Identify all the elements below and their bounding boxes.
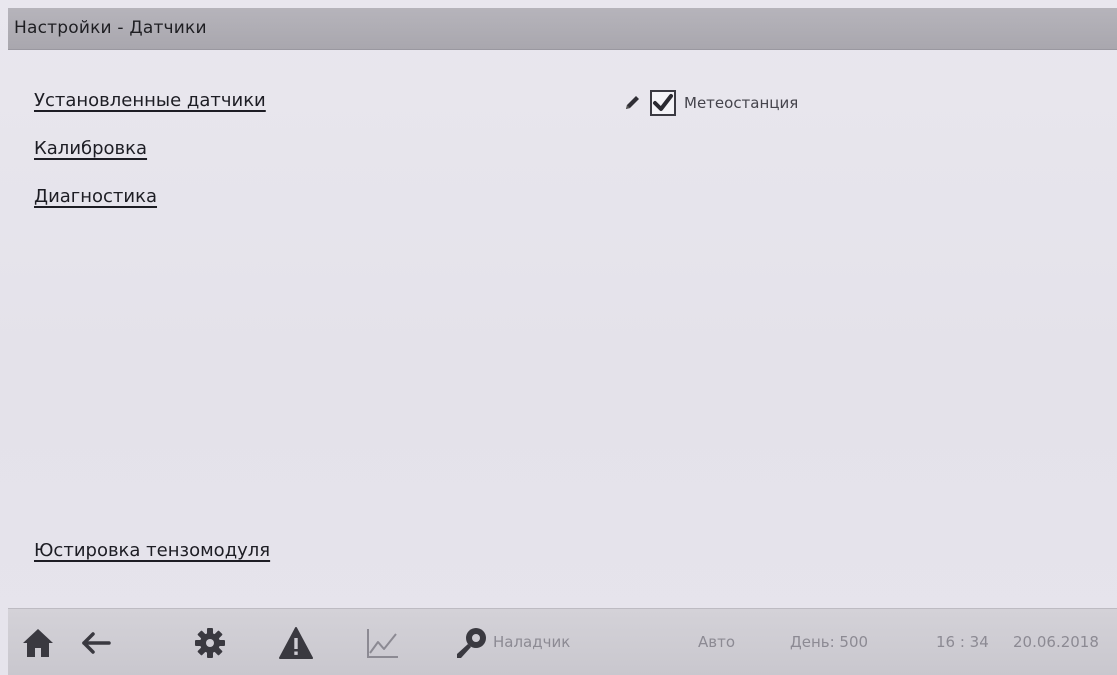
checkmark-icon: [653, 94, 673, 111]
date-label: 20.06.2018: [1013, 633, 1099, 651]
main-content: Установленные датчики Калибровка Диагнос…: [8, 50, 1117, 608]
tensomodule-adjustment-link[interactable]: Юстировка тензомодуля: [34, 540, 270, 561]
gear-icon[interactable]: [192, 625, 228, 661]
weather-station-checkbox[interactable]: [650, 90, 676, 116]
pencil-icon[interactable]: [622, 93, 642, 113]
diagnostics-link[interactable]: Диагностика: [34, 186, 157, 207]
warning-icon[interactable]: [278, 625, 314, 661]
key-icon[interactable]: [454, 625, 490, 661]
bottom-toolbar: Наладчик Авто День: 500 16 : 34 20.06.20…: [8, 608, 1117, 675]
weather-station-row: Метеостанция: [622, 87, 798, 119]
back-arrow-icon[interactable]: [78, 625, 114, 661]
calibration-link[interactable]: Калибровка: [34, 138, 147, 159]
screen: Настройки - Датчики Установленные датчик…: [0, 0, 1117, 675]
page-title: Настройки - Датчики: [14, 18, 207, 38]
mode-label: Авто: [698, 633, 736, 651]
user-role-label: Наладчик: [493, 633, 571, 651]
chart-icon[interactable]: [364, 625, 400, 661]
title-bar: Настройки - Датчики: [8, 8, 1117, 50]
home-icon[interactable]: [20, 625, 56, 661]
day-counter-label: День: 500: [790, 633, 869, 651]
weather-station-label: Метеостанция: [684, 94, 799, 112]
time-label: 16 : 34: [936, 633, 989, 651]
installed-sensors-link[interactable]: Установленные датчики: [34, 90, 266, 111]
